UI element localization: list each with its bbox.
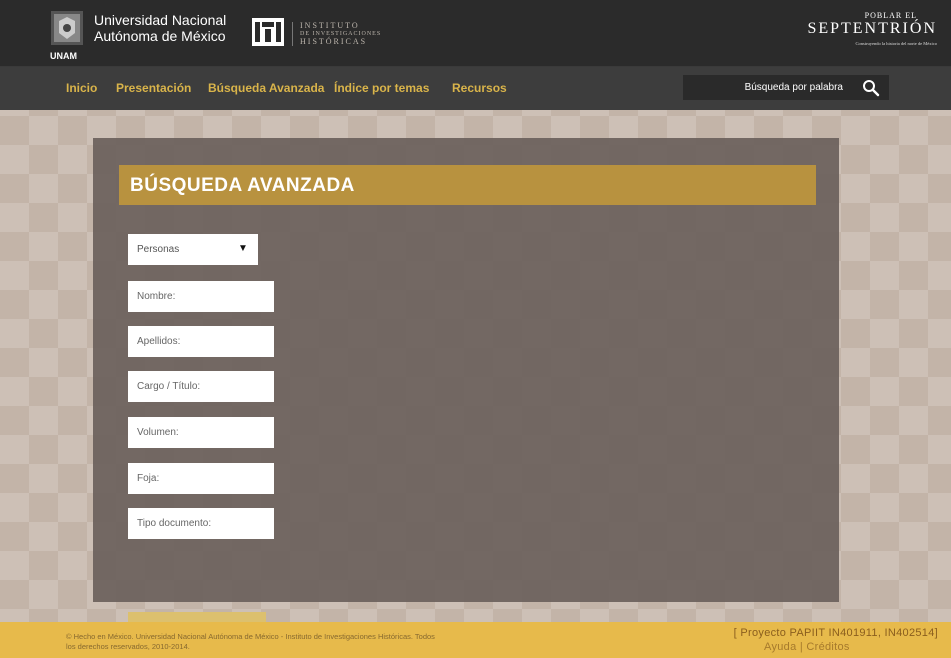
foja-field[interactable] [128, 463, 274, 494]
top-header: UNAM Universidad Nacional Autónoma de Mé… [0, 0, 951, 67]
university-name-line2: Autónoma de México [94, 28, 226, 44]
cargo-titulo-field[interactable] [128, 371, 274, 402]
nav-recursos[interactable]: Recursos [452, 81, 507, 95]
volumen-field[interactable] [128, 417, 274, 448]
footer-help-link[interactable]: Ayuda [764, 641, 797, 653]
university-name[interactable]: Universidad Nacional Autónoma de México [94, 12, 226, 44]
university-name-line1: Universidad Nacional [94, 12, 227, 28]
apellidos-field[interactable] [128, 326, 274, 357]
project-logo-tagline: Construyendo la historia del norte de Mé… [855, 41, 937, 46]
institute-name: INSTITUTO DE INVESTIGACIONES HISTÓRICAS [292, 22, 381, 46]
footer-project-code: [ Proyecto PAPIIT IN401911, IN402514] [733, 627, 938, 639]
footer-links-separator: | [796, 641, 807, 653]
tipo-documento-field[interactable] [128, 508, 274, 539]
nav-busqueda-avanzada[interactable]: Búsqueda Avanzada [208, 81, 324, 95]
advanced-search-panel: BÚSQUEDA AVANZADA Personas ▼ [93, 138, 839, 602]
page-title: BÚSQUEDA AVANZADA [130, 175, 355, 196]
footer-copyright-line2: los derechos reservados, 2010-2014. [66, 642, 190, 651]
project-logo[interactable]: POBLAR EL SEPTENTRIÓN Construyendo la hi… [807, 11, 937, 46]
search-input[interactable] [683, 75, 851, 100]
caret-down-icon: ▼ [238, 243, 248, 254]
nav-inicio[interactable]: Inicio [66, 81, 97, 95]
search-box [683, 75, 889, 100]
footer-copyright-line1: © Hecho en México. Universidad Nacional … [66, 632, 435, 641]
institute-line1: INSTITUTO [300, 21, 360, 30]
main-navigation: Inicio Presentación Búsqueda Avanzada Ín… [0, 67, 951, 110]
project-logo-big: SEPTENTRIÓN [807, 20, 937, 37]
search-icon[interactable] [861, 78, 881, 98]
category-select[interactable]: Personas ▼ [128, 234, 258, 265]
footer-links: Ayuda | Créditos [764, 641, 850, 653]
unam-shield-logo[interactable] [49, 9, 85, 55]
project-logo-small: POBLAR EL [864, 11, 917, 20]
nav-presentacion[interactable]: Presentación [116, 81, 191, 95]
nav-indice-por-temas[interactable]: Índice por temas [334, 81, 429, 95]
footer-credits-link[interactable]: Créditos [806, 641, 849, 653]
footer-copyright: © Hecho en México. Universidad Nacional … [66, 632, 586, 652]
category-select-value: Personas [137, 244, 180, 255]
institute-logo-icon[interactable] [252, 18, 284, 46]
unam-wordmark: UNAM [50, 51, 77, 61]
nombre-field[interactable] [128, 281, 274, 312]
institute-line3: HISTÓRICAS [300, 37, 368, 46]
footer: © Hecho en México. Universidad Nacional … [0, 622, 951, 658]
panel-header: BÚSQUEDA AVANZADA [119, 165, 816, 205]
